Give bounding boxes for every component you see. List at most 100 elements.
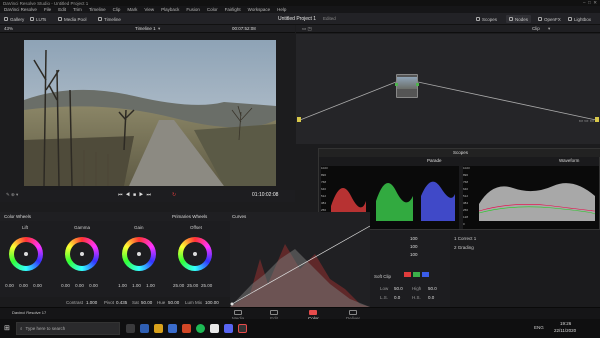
- pivot-value[interactable]: 0.435: [116, 300, 127, 305]
- hue-value[interactable]: 50.00: [168, 300, 179, 305]
- wheel-label-offset: Offset: [190, 225, 202, 230]
- offset-values[interactable]: 25.00 25.00 25.00: [173, 283, 212, 288]
- language-indicator[interactable]: ENG: [534, 325, 544, 330]
- scope-right-mode[interactable]: Waveform: [559, 158, 579, 163]
- gallery-button[interactable]: Gallery: [4, 15, 24, 23]
- menu-item[interactable]: Mark: [127, 7, 137, 12]
- offset-wheel[interactable]: [178, 237, 212, 271]
- scope-scale-tick: 768: [321, 180, 327, 184]
- color-wheels-title: Color Wheels: [4, 214, 32, 219]
- office-icon[interactable]: [182, 324, 191, 333]
- openfx-icon: [538, 17, 542, 21]
- nodes-button[interactable]: Nodes: [506, 15, 532, 23]
- menu-item[interactable]: Color: [207, 7, 218, 12]
- davinci-resolve-taskbar-icon[interactable]: [238, 324, 247, 333]
- scope-scale-tick: 0: [463, 222, 465, 226]
- search-input[interactable]: Type here to search: [26, 326, 66, 331]
- menu-item[interactable]: Fusion: [186, 7, 200, 12]
- color-wheels-panel: Lift Gamma Gain Offset 0.00 0.00 0.00 0.00…: [0, 221, 230, 297]
- hs-value[interactable]: 0.0: [428, 295, 434, 300]
- list-item[interactable]: 2 Grading: [454, 245, 476, 250]
- node-view-icons[interactable]: ▭ ▭ ▭: [579, 118, 594, 124]
- node-editor-header: ▭ ◳ Clip ▾: [296, 25, 600, 33]
- luts-button[interactable]: LUTs: [30, 15, 46, 23]
- list-item[interactable]: 1 Correct 1: [454, 236, 476, 241]
- edge-icon[interactable]: [140, 324, 149, 333]
- lightbox-icon: [568, 17, 572, 21]
- scope-left-mode[interactable]: Parade: [427, 158, 442, 163]
- high-value[interactable]: 50.0: [428, 286, 437, 291]
- timeline-button[interactable]: Timeline: [98, 15, 121, 23]
- menu-item[interactable]: DaVinci Resolve: [4, 7, 37, 12]
- curves-panel[interactable]: Curves: [230, 212, 370, 307]
- lift-wheel[interactable]: [9, 237, 43, 271]
- viewer-tools[interactable]: ✎ ⊕ ▾: [6, 192, 18, 198]
- gain-values[interactable]: 1.00 1.00 1.00: [117, 283, 156, 288]
- file-explorer-icon[interactable]: [154, 324, 163, 333]
- node-input-dot[interactable]: [395, 83, 398, 86]
- scope-scale-tick: 1023: [463, 166, 470, 170]
- video-viewer[interactable]: [24, 40, 276, 186]
- node-01[interactable]: [395, 74, 419, 98]
- gamma-values[interactable]: 0.00 0.00 0.00: [60, 283, 99, 288]
- search-icon: ⌕: [20, 326, 23, 331]
- curves-mode-label[interactable]: Primaries Wheels: [172, 214, 207, 219]
- discord-icon[interactable]: [224, 324, 233, 333]
- menu-bar: DaVinci Resolve File Edit Trim Timeline Clip M…: [0, 6, 600, 13]
- ls-value[interactable]: 0.0: [394, 295, 400, 300]
- waveform-scale: 1023 896 768 640 512 384 256 128 0: [463, 166, 470, 229]
- menu-item[interactable]: Workspace: [248, 7, 270, 12]
- low-value[interactable]: 50.0: [394, 286, 403, 291]
- page-navigation: MediaEditColorDeliver: [0, 307, 600, 321]
- timeline-dropdown-icon[interactable]: ▾: [158, 26, 160, 32]
- soft-clip-channels[interactable]: [404, 272, 429, 277]
- gamma-wheel[interactable]: [65, 237, 99, 271]
- deliver-page-icon: [349, 310, 357, 315]
- channel-levels[interactable]: 100 100 100: [410, 236, 418, 257]
- lightbox-button[interactable]: Lightbox: [568, 15, 591, 23]
- openfx-button[interactable]: OpenFX: [538, 15, 561, 23]
- media-pool-button[interactable]: Media Pool: [58, 15, 87, 23]
- windows-start-icon[interactable]: ⊞: [4, 324, 10, 332]
- timeline-selector[interactable]: Timeline 1: [135, 26, 156, 31]
- scopes-title: Scopes: [453, 150, 469, 155]
- menu-item[interactable]: File: [44, 7, 51, 12]
- transport-bar: ✎ ⊕ ▾ ⏮◀■▶⏭ ↻ 01:10:02:08: [0, 190, 295, 202]
- wheel-label-gain: Gain: [134, 225, 144, 230]
- store-icon[interactable]: [168, 324, 177, 333]
- clip-dropdown-icon[interactable]: ▾: [548, 26, 550, 32]
- curves-graph[interactable]: [230, 224, 370, 307]
- scopes-button[interactable]: Scopes: [476, 15, 497, 23]
- menu-item[interactable]: Timeline: [89, 7, 106, 12]
- task-view-icon[interactable]: [126, 324, 135, 333]
- contrast-value[interactable]: 1.000: [86, 300, 97, 305]
- node-output-dot[interactable]: [416, 83, 419, 86]
- menu-item[interactable]: Help: [277, 7, 286, 12]
- zoom-level[interactable]: 43%: [4, 26, 13, 31]
- menu-item[interactable]: View: [144, 7, 154, 12]
- lum-mix-value[interactable]: 100.00: [205, 300, 219, 305]
- menu-item[interactable]: Trim: [73, 7, 82, 12]
- project-status: Edited: [323, 16, 336, 21]
- wheel-label-lift: Lift: [22, 225, 29, 230]
- node-tool-icons[interactable]: ▭ ◳: [302, 26, 312, 32]
- soft-clip-label: Soft Clip: [374, 274, 392, 279]
- node-graph[interactable]: ▭ ▭ ▭: [296, 34, 600, 144]
- menu-item[interactable]: Fairlight: [225, 7, 241, 12]
- spotify-icon[interactable]: [196, 324, 205, 333]
- taskbar-search[interactable]: ⌕ Type here to search: [16, 322, 120, 335]
- lift-values[interactable]: 0.00 0.00 0.00: [4, 283, 43, 288]
- media-page-icon: [234, 310, 243, 315]
- menu-item[interactable]: Clip: [113, 7, 121, 12]
- loop-icon[interactable]: ↻: [172, 192, 176, 198]
- menu-item[interactable]: Edit: [58, 7, 66, 12]
- scope-scale-tick: 1023: [321, 166, 328, 170]
- clip-mode-selector[interactable]: Clip: [532, 26, 540, 31]
- menu-item[interactable]: Playback: [161, 7, 179, 12]
- gain-wheel[interactable]: [122, 237, 156, 271]
- chrome-icon[interactable]: [210, 324, 219, 333]
- sat-value[interactable]: 50.00: [141, 300, 152, 305]
- playback-controls[interactable]: ⏮◀■▶⏭: [118, 192, 154, 198]
- scope-scale-tick: 512: [463, 194, 469, 198]
- color-page-icon: [309, 310, 318, 315]
